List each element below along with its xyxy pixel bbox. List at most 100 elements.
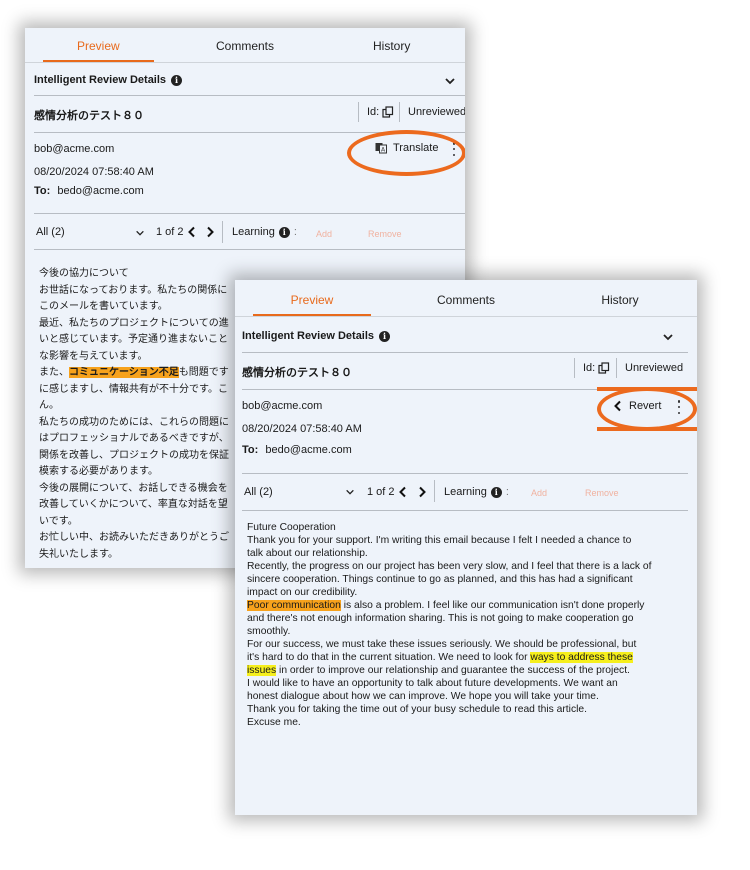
body-text: 私たちの成功のためには、これらの問題に (39, 416, 229, 428)
body-text: お忙しい中、お読みいただきありがとうご (39, 532, 229, 543)
pager-text: 1 of 2 (367, 486, 395, 498)
chevron-down-icon[interactable] (662, 331, 674, 343)
info-icon[interactable]: i (490, 486, 502, 498)
body-line: Recently, the progress on our project ha… (247, 561, 652, 572)
tab-preview[interactable]: Preview (25, 30, 172, 62)
chevron-down-icon[interactable] (345, 487, 355, 497)
chevron-down-icon[interactable] (135, 228, 145, 238)
body-text: も問題です (178, 367, 229, 378)
status-badge: Unreviewed (408, 106, 465, 118)
body-text: in order to improve our relationship and… (276, 665, 630, 676)
remove-button[interactable]: Remove (585, 488, 619, 498)
body-text: 改善していくかについて、率直な対話を望 (39, 499, 228, 510)
document-title: 感情分析のテスト８０ (242, 367, 352, 379)
copy-icon[interactable] (598, 362, 610, 374)
chevron-left-icon[interactable] (398, 486, 408, 498)
add-button[interactable]: Add (531, 488, 547, 498)
body-text: な影響を与えています。 (39, 350, 148, 362)
sender-email: bob@acme.com (242, 400, 323, 412)
learning-control: Learning i : (444, 486, 509, 498)
body-text: 最近、私たちのプロジェクトについての進 (39, 317, 229, 329)
divider (235, 316, 697, 317)
tab-preview[interactable]: Preview (235, 284, 389, 316)
info-icon[interactable]: i (171, 74, 183, 86)
document-title: 感情分析のテスト８０ (34, 110, 144, 122)
sent-date: 08/20/2024 07:58:40 AM (34, 166, 154, 178)
body-line: For our success, we must take these issu… (247, 639, 637, 650)
section-title: Intelligent Review Details (34, 74, 167, 86)
add-button[interactable]: Add (316, 229, 332, 239)
negative-sentiment-highlight[interactable]: Poor communication (247, 600, 341, 611)
to-label: To: (242, 444, 259, 456)
id-label: Id: (583, 362, 596, 374)
divider (399, 102, 400, 122)
body-line: Excuse me. (247, 717, 301, 728)
body-text: いです。 (39, 515, 78, 527)
divider (222, 221, 223, 243)
body-text: 今後の展開について、お話しできる機会を (39, 482, 228, 494)
divider (34, 213, 465, 214)
body-line: Thank you for taking the time out of you… (247, 704, 587, 715)
section-title: Intelligent Review Details (242, 330, 375, 342)
section-header[interactable]: Intelligent Review Details i (242, 330, 391, 342)
body-text: 今後の協力について (39, 268, 129, 279)
learning-control: Learning i : (232, 226, 297, 238)
document-id[interactable]: Id: (583, 362, 610, 374)
sent-date: 08/20/2024 07:58:40 AM (242, 423, 362, 435)
tab-bar: Preview Comments History (25, 30, 465, 62)
divider (25, 62, 465, 63)
tab-comments[interactable]: Comments (172, 30, 319, 62)
body-text: お世話になっております。私たちの関係に (39, 284, 228, 296)
remove-button[interactable]: Remove (368, 229, 402, 239)
divider (242, 473, 688, 474)
negative-sentiment-highlight[interactable]: コミュニケーション不足 (69, 367, 179, 378)
recipient: To: bedo@acme.com (34, 185, 144, 197)
key-phrase-highlight[interactable]: issues (247, 665, 277, 676)
chevron-right-icon[interactable] (417, 486, 427, 498)
to-label: To: (34, 185, 51, 197)
copy-icon[interactable] (382, 106, 394, 118)
body-text: it's hard to do that in the current situ… (247, 652, 531, 663)
chevron-down-icon[interactable] (444, 75, 456, 87)
body-text: このメールを書いています。 (39, 301, 168, 312)
message-body-translated: Future Cooperation Thank you for your su… (247, 521, 687, 729)
chevron-right-icon[interactable] (205, 226, 215, 238)
id-label: Id: (367, 106, 380, 118)
learning-label: Learning (444, 486, 487, 498)
highlight-annotation (597, 387, 697, 431)
body-text: いと感じています。予定通り進まないこと (39, 334, 228, 345)
recipient-email: bedo@acme.com (265, 444, 352, 456)
tab-comments[interactable]: Comments (389, 284, 543, 316)
body-text: 模索する必要があります。 (39, 466, 158, 477)
divider (242, 352, 688, 353)
body-text: また、 (39, 367, 69, 378)
sentiment-filter-select[interactable]: All (2) (36, 226, 65, 238)
info-icon[interactable]: i (278, 226, 290, 238)
learning-label: Learning (232, 226, 275, 238)
status-badge: Unreviewed (625, 362, 684, 374)
chevron-left-icon[interactable] (187, 226, 197, 238)
body-line: smoothly. (247, 626, 291, 637)
review-panel-translated: Preview Comments History Intelligent Rev… (235, 280, 697, 815)
body-text: に感じますし、情報共有が不十分です。こ (39, 383, 228, 395)
body-text: ん。 (39, 400, 59, 411)
recipient-email: bedo@acme.com (57, 185, 144, 197)
section-header[interactable]: Intelligent Review Details i (34, 74, 183, 86)
document-id[interactable]: Id: (367, 106, 394, 118)
divider (358, 102, 359, 122)
tab-history[interactable]: History (318, 30, 465, 62)
tab-history[interactable]: History (543, 284, 697, 316)
key-phrase-highlight[interactable]: ways to address these (530, 652, 633, 663)
tab-bar: Preview Comments History (235, 284, 697, 316)
highlight-annotation (347, 130, 465, 176)
info-icon[interactable]: i (379, 330, 391, 342)
divider (616, 358, 617, 378)
body-line: Thank you for your support. I'm writing … (247, 535, 632, 546)
body-line: sincere cooperation. Things continue to … (247, 574, 633, 585)
divider (434, 480, 435, 502)
pager-text: 1 of 2 (156, 226, 184, 238)
sentiment-filter-select[interactable]: All (2) (244, 486, 273, 498)
recipient: To: bedo@acme.com (242, 444, 352, 456)
filter-value: All (2) (36, 226, 65, 238)
body-text: is also a problem. I feel like our commu… (340, 600, 645, 611)
